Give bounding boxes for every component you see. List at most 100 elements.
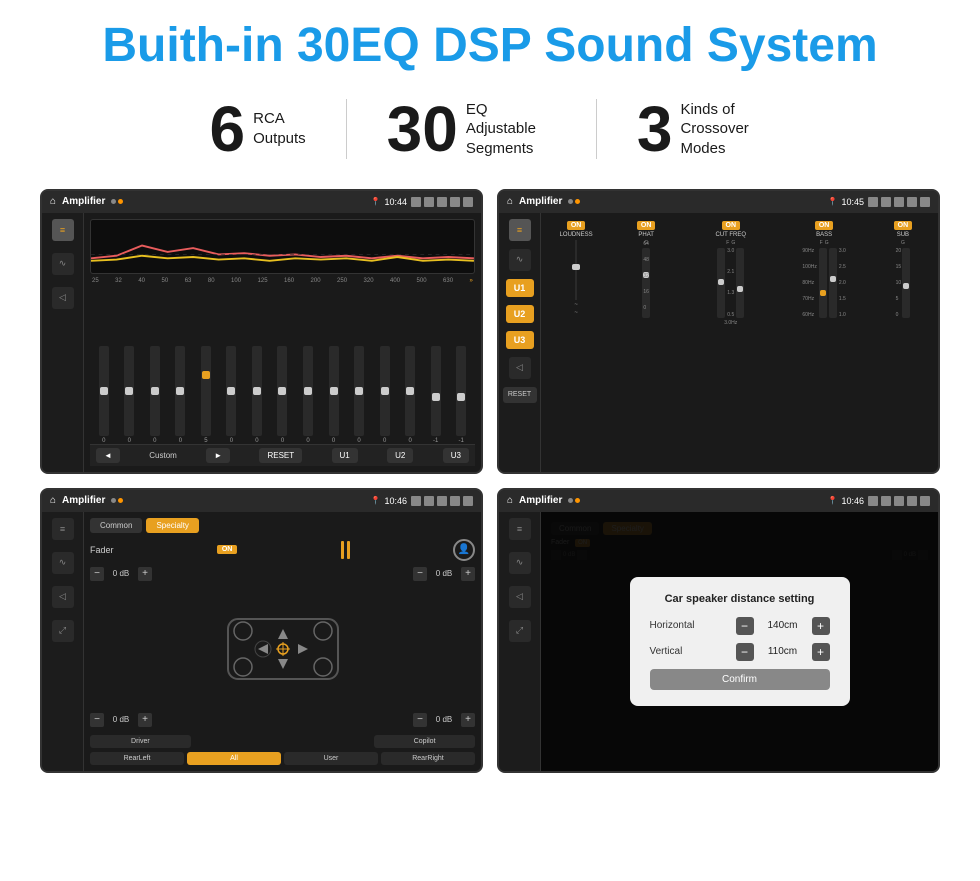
stat-rca: 6 RCAOutputs xyxy=(170,97,346,161)
crossover-status-icons xyxy=(868,197,930,207)
vol-row-bottom: − 0 dB + − 0 dB + xyxy=(90,713,475,727)
dialog-sidebar-eq[interactable]: ≡ xyxy=(509,518,531,540)
u1-sidebar-btn[interactable]: U1 xyxy=(506,279,534,297)
tab-common[interactable]: Common xyxy=(90,518,142,533)
cutfreq-on-badge[interactable]: ON xyxy=(722,221,741,230)
fader-sidebar-wave[interactable]: ∿ xyxy=(52,552,74,574)
fader-top-row: Fader ON 👤 xyxy=(90,539,475,561)
sub-on-badge[interactable]: ON xyxy=(894,221,913,230)
loudness-on-badge[interactable]: ON xyxy=(567,221,586,230)
eq-slider-12[interactable]: 0 xyxy=(373,346,397,444)
eq-slider-6[interactable]: 0 xyxy=(220,346,244,444)
crossover-status-right: 📍 10:45 xyxy=(828,197,931,207)
eq-slider-10[interactable]: 0 xyxy=(322,346,346,444)
dialog-sidebar-expand[interactable]: ⤢ xyxy=(509,620,531,642)
bass-on-badge[interactable]: ON xyxy=(815,221,834,230)
eq-u2-btn[interactable]: U2 xyxy=(387,448,413,463)
eq-next-btn[interactable]: ► xyxy=(206,448,230,463)
vol-lb-plus[interactable]: + xyxy=(138,713,152,727)
vol-rb-val: 0 dB xyxy=(430,715,458,724)
fader-status-icons xyxy=(411,496,473,506)
eq-slider-1[interactable]: 0 xyxy=(92,346,116,444)
dialog-horizontal-control: − 140cm + xyxy=(736,617,830,635)
fader-on-toggle[interactable]: ON xyxy=(217,545,238,554)
fader-sidebar-expand[interactable]: ⤢ xyxy=(52,620,74,642)
dialog-horizontal-label: Horizontal xyxy=(650,620,710,631)
eq-slider-7[interactable]: 0 xyxy=(245,346,269,444)
eq-reset-btn[interactable]: RESET xyxy=(259,448,302,463)
vol-rt-minus[interactable]: − xyxy=(413,567,427,581)
btn-user[interactable]: User xyxy=(284,752,378,765)
eq-time: 10:44 xyxy=(384,197,407,207)
page-wrapper: Buith-in 30EQ DSP Sound System 6 RCAOutp… xyxy=(0,0,980,793)
fader-status-left: ⌂ Amplifier xyxy=(50,495,123,506)
sub-label: SUB xyxy=(897,232,909,238)
vol-rb-minus[interactable]: − xyxy=(413,713,427,727)
eq-slider-13[interactable]: 0 xyxy=(398,346,422,444)
u3-sidebar-btn[interactable]: U3 xyxy=(506,331,534,349)
btn-copilot[interactable]: Copilot xyxy=(374,735,475,748)
title-highlight: 30EQ DSP xyxy=(297,19,531,72)
bass-slider-f[interactable] xyxy=(819,248,827,318)
cross-sidebar-eq[interactable]: ≡ xyxy=(509,219,531,241)
eq-slider-4[interactable]: 0 xyxy=(169,346,193,444)
fader-sidebar-vol[interactable]: ◁ xyxy=(52,586,74,608)
btn-rearleft[interactable]: RearLeft xyxy=(90,752,184,765)
fader-sidebar-eq[interactable]: ≡ xyxy=(52,518,74,540)
bass-slider-g[interactable] xyxy=(829,248,837,318)
fader-position-row-top: Driver Copilot xyxy=(90,735,475,748)
dialog-sidebar-vol[interactable]: ◁ xyxy=(509,586,531,608)
eq-bottom-bar: ◄ Custom ► RESET U1 U2 U3 xyxy=(90,444,475,466)
horizontal-minus-btn[interactable]: − xyxy=(736,617,754,635)
eq-u1-btn[interactable]: U1 xyxy=(332,448,358,463)
cutfreq-slider-g[interactable] xyxy=(736,248,744,318)
vol-lt-minus[interactable]: − xyxy=(90,567,104,581)
vol-rb-plus[interactable]: + xyxy=(461,713,475,727)
vertical-plus-btn[interactable]: + xyxy=(812,643,830,661)
eq-slider-11[interactable]: 0 xyxy=(347,346,371,444)
bat-icon-4 xyxy=(907,496,917,506)
dialog-sidebar-wave[interactable]: ∿ xyxy=(509,552,531,574)
main-title: Buith-in 30EQ DSP Sound System xyxy=(40,20,940,73)
vol-rt-plus[interactable]: + xyxy=(461,567,475,581)
horizontal-plus-btn[interactable]: + xyxy=(812,617,830,635)
loudness-slider[interactable] xyxy=(575,240,577,300)
vol-lt-plus[interactable]: + xyxy=(138,567,152,581)
stat-eq-number: 30 xyxy=(387,97,458,161)
cross-sidebar-wave[interactable]: ∿ xyxy=(509,249,531,271)
dialog-confirm-btn[interactable]: Confirm xyxy=(650,669,830,690)
eq-u3-btn[interactable]: U3 xyxy=(443,448,469,463)
cross-reset-btn[interactable]: RESET xyxy=(503,387,537,403)
vol-left-top: − 0 dB + xyxy=(90,567,152,581)
eq-slider-15[interactable]: -1 xyxy=(449,346,473,444)
cam-icon-4 xyxy=(868,496,878,506)
vertical-minus-btn[interactable]: − xyxy=(736,643,754,661)
eq-slider-9[interactable]: 0 xyxy=(296,346,320,444)
eq-slider-14[interactable]: -1 xyxy=(424,346,448,444)
eq-sidebar-vol-btn[interactable]: ◁ xyxy=(52,287,74,309)
eq-slider-8[interactable]: 0 xyxy=(271,346,295,444)
back-icon-4 xyxy=(920,496,930,506)
vol-right-bottom: − 0 dB + xyxy=(413,713,475,727)
sub-slider[interactable] xyxy=(902,248,910,318)
eq-slider-3[interactable]: 0 xyxy=(143,346,167,444)
eq-sidebar-wave-btn[interactable]: ∿ xyxy=(52,253,74,275)
tab-specialty[interactable]: Specialty xyxy=(146,518,198,533)
fader-status-bar: ⌂ Amplifier 📍 10:46 xyxy=(42,490,481,512)
btn-driver[interactable]: Driver xyxy=(90,735,191,748)
vertical-value: 110cm xyxy=(758,646,808,657)
eq-sidebar-eq-btn[interactable]: ≡ xyxy=(52,219,74,241)
eq-slider-5[interactable]: 5 xyxy=(194,346,218,444)
btn-all[interactable]: All xyxy=(187,752,281,765)
phat-on-badge[interactable]: ON xyxy=(637,221,656,230)
cutfreq-slider-f[interactable] xyxy=(717,248,725,318)
fader-sidebar: ≡ ∿ ◁ ⤢ xyxy=(42,512,84,771)
eq-slider-2[interactable]: 0 xyxy=(118,346,142,444)
bass-label: BASS xyxy=(816,232,832,238)
vol-icon-3 xyxy=(424,496,434,506)
eq-prev-btn[interactable]: ◄ xyxy=(96,448,120,463)
u2-sidebar-btn[interactable]: U2 xyxy=(506,305,534,323)
vol-lb-minus[interactable]: − xyxy=(90,713,104,727)
btn-rearright[interactable]: RearRight xyxy=(381,752,475,765)
cross-sidebar-vol[interactable]: ◁ xyxy=(509,357,531,379)
